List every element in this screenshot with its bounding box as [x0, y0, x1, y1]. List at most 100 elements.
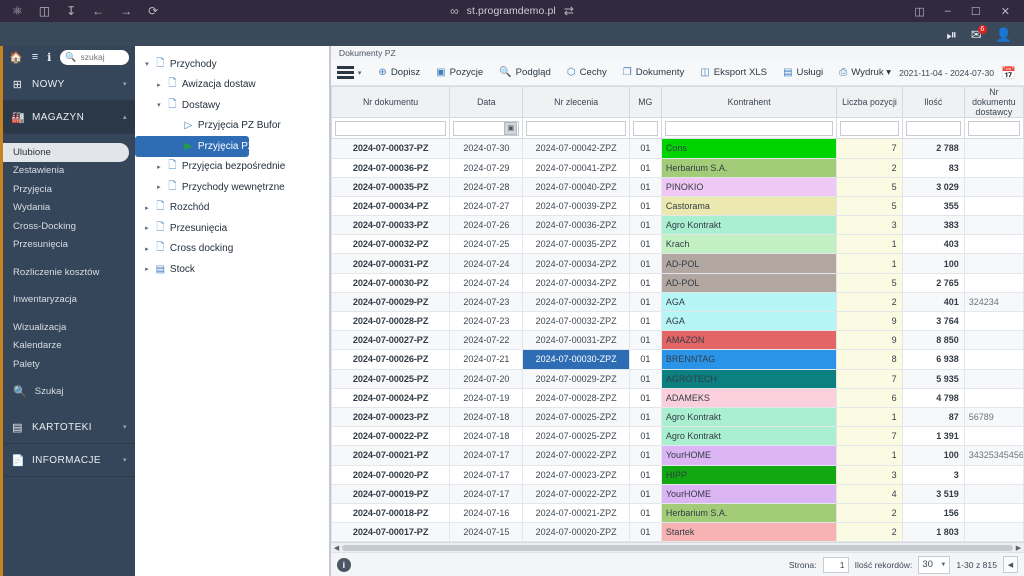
cell-kontrahent[interactable]: HIPP	[660, 464, 838, 485]
cell-kontrahent[interactable]: AGA	[660, 291, 838, 313]
cell-mg[interactable]: 01	[628, 330, 662, 351]
table-row[interactable]: 2024-07-00027-PZ 2024-07-22 2024-07-00031-…	[330, 330, 1024, 351]
table-row[interactable]: 2024-07-00023-PZ 2024-07-18 2024-07-00025-…	[330, 406, 1024, 428]
cell-ilosc[interactable]: 355	[901, 195, 965, 217]
cell-nr-dokumentu-dostawcy[interactable]	[963, 195, 1024, 217]
cell-liczba-pozycji[interactable]: 4	[836, 483, 903, 504]
filter-input-poz[interactable]	[840, 120, 899, 136]
cell-nr-zlecenia[interactable]: 2024-07-00039-ZPZ	[522, 195, 630, 217]
cell-nr-dokumentu[interactable]: 2024-07-00036-PZ	[330, 157, 451, 178]
col-mg[interactable]: MG	[628, 86, 662, 119]
tree-node-cross-docking[interactable]: ▸ 🗋 Cross docking	[135, 239, 329, 260]
cell-mg[interactable]: 01	[628, 215, 662, 236]
cell-liczba-pozycji[interactable]: 1	[836, 234, 903, 255]
cell-nr-dokumentu[interactable]: 2024-07-00020-PZ	[330, 464, 451, 485]
cell-data[interactable]: 2024-07-26	[449, 215, 524, 236]
records-per-page-select[interactable]: 30 ▼	[918, 555, 951, 574]
pozycje-button[interactable]: ▣ Pozycje	[428, 62, 491, 84]
cell-data[interactable]: 2024-07-23	[449, 291, 524, 313]
filter-cell-ilosc[interactable]	[901, 117, 965, 140]
list-icon[interactable]: ≡	[32, 51, 38, 63]
cell-mg[interactable]: 01	[628, 349, 662, 370]
date-range-label[interactable]: 2021-11-04 - 2024-07-30	[899, 68, 1001, 78]
cell-liczba-pozycji[interactable]: 2	[836, 291, 903, 313]
cell-nr-zlecenia[interactable]: 2024-07-00040-ZPZ	[522, 176, 630, 197]
cell-liczba-pozycji[interactable]: 9	[836, 311, 903, 332]
reload-icon[interactable]: ⟳	[148, 5, 158, 17]
user-icon[interactable]: 👤	[996, 28, 1012, 41]
scroll-left-icon[interactable]: ◀	[331, 544, 342, 552]
cell-ilosc[interactable]: 401	[901, 291, 965, 313]
table-row[interactable]: 2024-07-00026-PZ 2024-07-21 2024-07-00030-…	[330, 349, 1024, 370]
cell-nr-dokumentu-dostawcy[interactable]	[963, 215, 1024, 236]
dokumenty-button[interactable]: ❐ Dokumenty	[615, 62, 693, 84]
cell-liczba-pozycji[interactable]: 3	[836, 215, 903, 236]
cell-data[interactable]: 2024-07-29	[449, 157, 524, 178]
info-icon[interactable]: i	[336, 557, 351, 572]
chevron-down-icon[interactable]: ▾	[123, 456, 127, 464]
filter-input-mg[interactable]	[632, 120, 658, 136]
eksport-xls-button[interactable]: ◫ Eksport XLS	[692, 62, 775, 84]
cell-nr-zlecenia[interactable]: 2024-07-00034-ZPZ	[522, 272, 630, 293]
sidebar-item-przyjecia[interactable]: Przyjęcia	[3, 180, 135, 199]
twisty-icon[interactable]: ▸	[141, 204, 153, 212]
cell-ilosc[interactable]: 83	[901, 157, 965, 178]
col-ilosc[interactable]: Ilość	[901, 86, 965, 119]
cell-mg[interactable]: 01	[628, 272, 662, 293]
close-icon[interactable]: ✕	[1001, 5, 1010, 18]
cell-nr-dokumentu-dostawcy[interactable]	[963, 522, 1024, 543]
split-view-icon[interactable]: ◫	[914, 5, 924, 18]
cell-kontrahent[interactable]: ADAMEKS	[660, 387, 838, 408]
cell-ilosc[interactable]: 403	[901, 234, 965, 255]
cell-data[interactable]: 2024-07-19	[449, 387, 524, 408]
table-row[interactable]: 2024-07-00018-PZ 2024-07-16 2024-07-00021-…	[330, 502, 1024, 524]
cell-liczba-pozycji[interactable]: 1	[836, 406, 903, 428]
table-row[interactable]: 2024-07-00021-PZ 2024-07-17 2024-07-00022-…	[330, 445, 1024, 466]
cell-nr-dokumentu[interactable]: 2024-07-00037-PZ	[330, 138, 451, 159]
address-bar-url[interactable]: st.programdemo.pl	[467, 5, 556, 17]
search-box[interactable]: 🔍	[60, 49, 129, 65]
cell-mg[interactable]: 01	[628, 234, 662, 255]
cell-mg[interactable]: 01	[628, 311, 662, 332]
twisty-icon[interactable]: ▸	[141, 265, 153, 273]
settings-sliders-icon[interactable]: ⇄	[564, 5, 574, 17]
cell-ilosc[interactable]: 383	[901, 215, 965, 236]
cell-ilosc[interactable]: 1 391	[901, 426, 965, 447]
cell-nr-dokumentu[interactable]: 2024-07-00024-PZ	[330, 387, 451, 408]
sidebar-item-szukaj[interactable]: 🔍 Szukaj	[3, 383, 135, 402]
cell-liczba-pozycji[interactable]: 2	[836, 502, 903, 524]
cell-mg[interactable]: 01	[628, 426, 662, 447]
podglad-button[interactable]: 🔍 Podgląd	[491, 62, 559, 84]
cell-mg[interactable]: 01	[628, 502, 662, 524]
cell-kontrahent[interactable]: Castorama	[660, 195, 838, 217]
col-liczba-pozycji[interactable]: Liczba pozycji	[836, 86, 903, 119]
cell-ilosc[interactable]: 4 798	[901, 387, 965, 408]
sidebar-item-palety[interactable]: Palety	[3, 355, 135, 374]
cell-nr-zlecenia[interactable]: 2024-07-00032-ZPZ	[522, 291, 630, 313]
cell-nr-dokumentu[interactable]: 2024-07-00030-PZ	[330, 272, 451, 293]
filter-cell-poz[interactable]	[836, 117, 903, 140]
cell-mg[interactable]: 01	[628, 445, 662, 466]
cell-ilosc[interactable]: 8 850	[901, 330, 965, 351]
cell-nr-dokumentu[interactable]: 2024-07-00031-PZ	[330, 253, 451, 274]
home-icon[interactable]: 🏠	[9, 51, 23, 64]
cell-liczba-pozycji[interactable]: 1	[836, 445, 903, 466]
sidebar-item-ulubione[interactable]: Ulubione	[3, 143, 129, 162]
cell-kontrahent[interactable]: Herbarium S.A.	[660, 502, 838, 524]
tree-node-dostawy[interactable]: ▾ 🗋 Dostawy	[135, 95, 329, 116]
cell-data[interactable]: 2024-07-17	[449, 445, 524, 466]
cell-data[interactable]: 2024-07-27	[449, 195, 524, 217]
cell-ilosc[interactable]: 100	[901, 253, 965, 274]
tree-node-przyjecia-bezposrednie[interactable]: ▸ 🗋 Przyjęcia bezpośrednie	[135, 157, 329, 178]
tree-node-przychody[interactable]: ▾ 🗋 Przychody	[135, 54, 329, 75]
cell-nr-zlecenia[interactable]: 2024-07-00025-ZPZ	[522, 426, 630, 447]
sidebar-item-zestawienia[interactable]: Zestawienia	[3, 162, 135, 181]
cell-kontrahent[interactable]: AGROTECH	[660, 368, 838, 389]
cell-nr-zlecenia[interactable]: 2024-07-00022-ZPZ	[522, 483, 630, 504]
cell-mg[interactable]: 01	[628, 157, 662, 178]
cell-liczba-pozycji[interactable]: 5	[836, 176, 903, 197]
cell-nr-zlecenia[interactable]: 2024-07-00031-ZPZ	[522, 330, 630, 351]
cell-nr-dokumentu[interactable]: 2024-07-00034-PZ	[330, 195, 451, 217]
cell-nr-dokumentu-dostawcy[interactable]	[963, 368, 1024, 389]
cell-kontrahent[interactable]: Agro Kontrakt	[660, 406, 838, 428]
